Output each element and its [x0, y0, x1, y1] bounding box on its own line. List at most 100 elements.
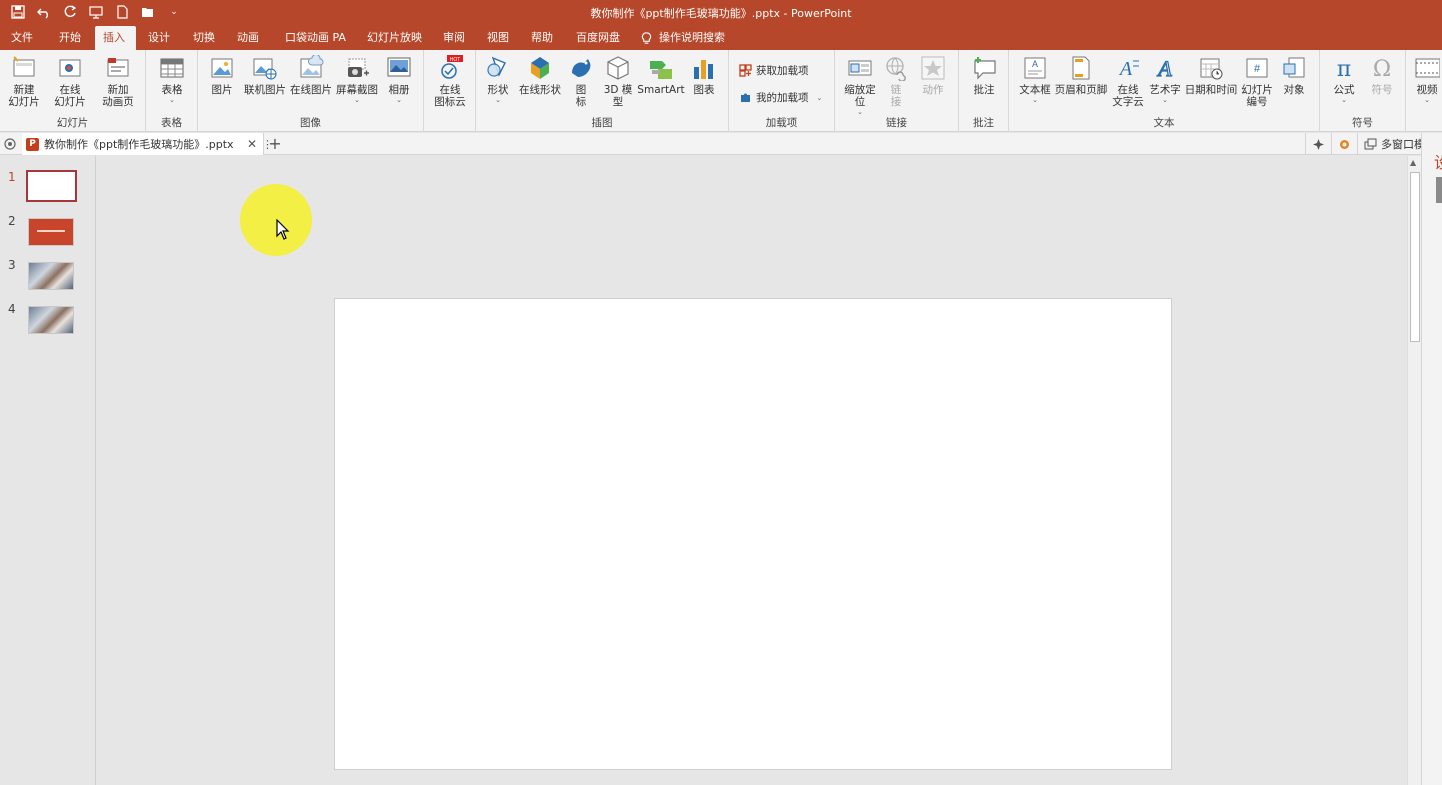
tell-me-label: 操作说明搜索 [659, 31, 725, 44]
online-shapes-icon [526, 54, 554, 82]
pin-button[interactable] [1305, 133, 1331, 155]
equation-caret-icon: ⌄ [1341, 96, 1347, 104]
shapes-icon [484, 54, 512, 82]
tab-baidu-netdisk[interactable]: 百度网盘 [568, 26, 628, 50]
online-slide-button[interactable]: 在线 幻灯片 [50, 54, 90, 108]
tab-insert[interactable]: 插入 [95, 26, 136, 50]
my-addins-button[interactable]: 我的加载项 ⌄ [739, 90, 822, 105]
group-table: 表格 ⌄ 表格 [146, 50, 198, 132]
tab-animations[interactable]: 动画 [229, 26, 267, 50]
slide-thumbnail-2[interactable] [28, 218, 74, 246]
group-media: 视频 ⌄ [1406, 50, 1442, 132]
slide-number-1: 1 [8, 170, 16, 184]
web-picture-button[interactable]: 在线图片 [288, 54, 334, 96]
document-tab[interactable]: P 教你制作《ppt制作毛玻璃功能》.pptx ✕ ⋮ [22, 133, 273, 155]
album-caret-icon: ⌄ [396, 96, 402, 104]
cube-icon [604, 54, 632, 82]
svg-text:HOT: HOT [450, 57, 461, 63]
comment-button[interactable]: 批注 [967, 54, 1001, 96]
tab-file[interactable]: 文件 [3, 26, 41, 50]
vertical-scrollbar[interactable]: ▲ [1407, 156, 1421, 785]
my-addins-caret-icon: ⌄ [816, 93, 823, 102]
video-caret-icon: ⌄ [1424, 96, 1430, 104]
svg-text:#: # [1254, 63, 1261, 75]
gear-icon [1340, 139, 1349, 149]
web-picture-icon [297, 54, 325, 82]
slide-number-3: 3 [8, 258, 16, 272]
slide-thumbnails-pane: 1 2 3 4 [0, 156, 96, 785]
header-footer-icon [1067, 54, 1095, 82]
tab-help[interactable]: 帮助 [523, 26, 561, 50]
action-button[interactable]: 动作 [915, 54, 951, 96]
bar-chart-icon [690, 54, 718, 82]
datetime-button[interactable]: 日期和时间 [1183, 54, 1239, 96]
slide-number-button[interactable]: # 幻灯片 编号 [1237, 54, 1277, 108]
table-button[interactable]: 表格 ⌄ [156, 54, 188, 104]
tab-pocket-animation[interactable]: 口袋动画 PA [277, 26, 354, 50]
wordart-icon: A [1151, 54, 1179, 82]
slide-thumbnail-1[interactable] [26, 170, 77, 202]
svg-text:π: π [1337, 57, 1351, 81]
new-tab-button[interactable]: + [266, 134, 284, 154]
chart-button[interactable]: 图表 [688, 54, 720, 96]
textbox-button[interactable]: A 文本框 ⌄ [1015, 54, 1055, 104]
slide-number-4: 4 [8, 302, 16, 316]
video-button[interactable]: 视频 ⌄ [1412, 54, 1442, 104]
tab-settings-icon[interactable] [3, 137, 17, 151]
ribbon: 新建 幻灯片 在线 幻灯片 新加 动画页 幻灯片 表格 ⌄ 表格 图片 联机图片… [0, 50, 1442, 132]
icons-button[interactable]: 图 标 [566, 54, 596, 108]
current-slide[interactable] [334, 298, 1172, 770]
album-button[interactable]: 相册 ⌄ [382, 54, 416, 104]
screenshot-button[interactable]: 屏幕截图 ⌄ [334, 54, 380, 104]
side-pane-control[interactable] [1436, 177, 1442, 203]
tab-review[interactable]: 审阅 [435, 26, 473, 50]
new-slide-icon [10, 54, 38, 82]
group-icon-cloud: HOT 在线 图标云 [424, 50, 476, 132]
smartart-button[interactable]: SmartArt [636, 54, 686, 96]
slide-thumbnail-3[interactable] [28, 262, 74, 290]
pin-icon [1313, 138, 1324, 150]
svg-text:A: A [1156, 56, 1172, 81]
symbol-button[interactable]: Ω 符号 [1364, 54, 1400, 96]
tell-me-search[interactable]: 操作说明搜索 [640, 26, 725, 50]
get-addins-button[interactable]: 获取加载项 [739, 63, 809, 78]
group-slides: 新建 幻灯片 在线 幻灯片 新加 动画页 幻灯片 [0, 50, 146, 132]
table-icon [158, 54, 186, 82]
group-addins: 获取加载项 我的加载项 ⌄ 加载项 [729, 50, 835, 132]
new-animation-page-button[interactable]: 新加 动画页 [96, 54, 140, 108]
new-slide-button[interactable]: 新建 幻灯片 [4, 54, 44, 108]
tab-slideshow[interactable]: 幻灯片放映 [359, 26, 430, 50]
tab-transitions[interactable]: 切换 [185, 26, 223, 50]
group-label-illustrations: 插图 [591, 117, 613, 129]
group-images: 图片 联机图片 在线图片 屏幕截图 ⌄ 相册 ⌄ 图像 [198, 50, 424, 132]
online-icon-cloud-button[interactable]: HOT 在线 图标云 [430, 54, 470, 108]
online-shapes-button[interactable]: 在线形状 [516, 54, 564, 96]
shapes-caret-icon: ⌄ [495, 96, 501, 104]
scroll-thumb[interactable] [1410, 172, 1420, 342]
picture-button[interactable]: 图片 [204, 54, 240, 96]
textbox-icon: A [1021, 54, 1049, 82]
wordart-button[interactable]: A 艺术字 ⌄ [1145, 54, 1185, 104]
group-symbols: π 公式 ⌄ Ω 符号 符号 [1320, 50, 1406, 132]
shapes-button[interactable]: 形状 ⌄ [482, 54, 514, 104]
side-task-pane: 设 [1421, 133, 1442, 785]
tab-view[interactable]: 视图 [479, 26, 517, 50]
equation-button[interactable]: π 公式 ⌄ [1326, 54, 1362, 104]
settings-button[interactable] [1331, 133, 1357, 155]
album-icon [385, 54, 413, 82]
object-button[interactable]: 对象 [1277, 54, 1311, 96]
tab-home[interactable]: 开始 [51, 26, 89, 50]
header-footer-button[interactable]: 页眉和页脚 [1053, 54, 1109, 96]
tab-design[interactable]: 设计 [140, 26, 178, 50]
scroll-up-icon[interactable]: ▲ [1410, 158, 1416, 167]
slide-thumbnail-4[interactable] [28, 306, 74, 334]
online-wordcloud-button[interactable]: A 在线 文字云 [1109, 54, 1147, 108]
close-tab-icon[interactable]: ✕ [247, 137, 257, 151]
3d-model-button[interactable]: 3D 模 型 [600, 54, 636, 108]
video-icon [1413, 54, 1441, 82]
zoom-button[interactable]: 缩放定 位 ⌄ [841, 54, 879, 116]
group-label-comments: 批注 [973, 117, 994, 129]
link-button[interactable]: 链 接 [881, 54, 911, 108]
group-label-symbols: 符号 [1352, 117, 1373, 129]
online-picture-button[interactable]: 联机图片 [242, 54, 288, 96]
